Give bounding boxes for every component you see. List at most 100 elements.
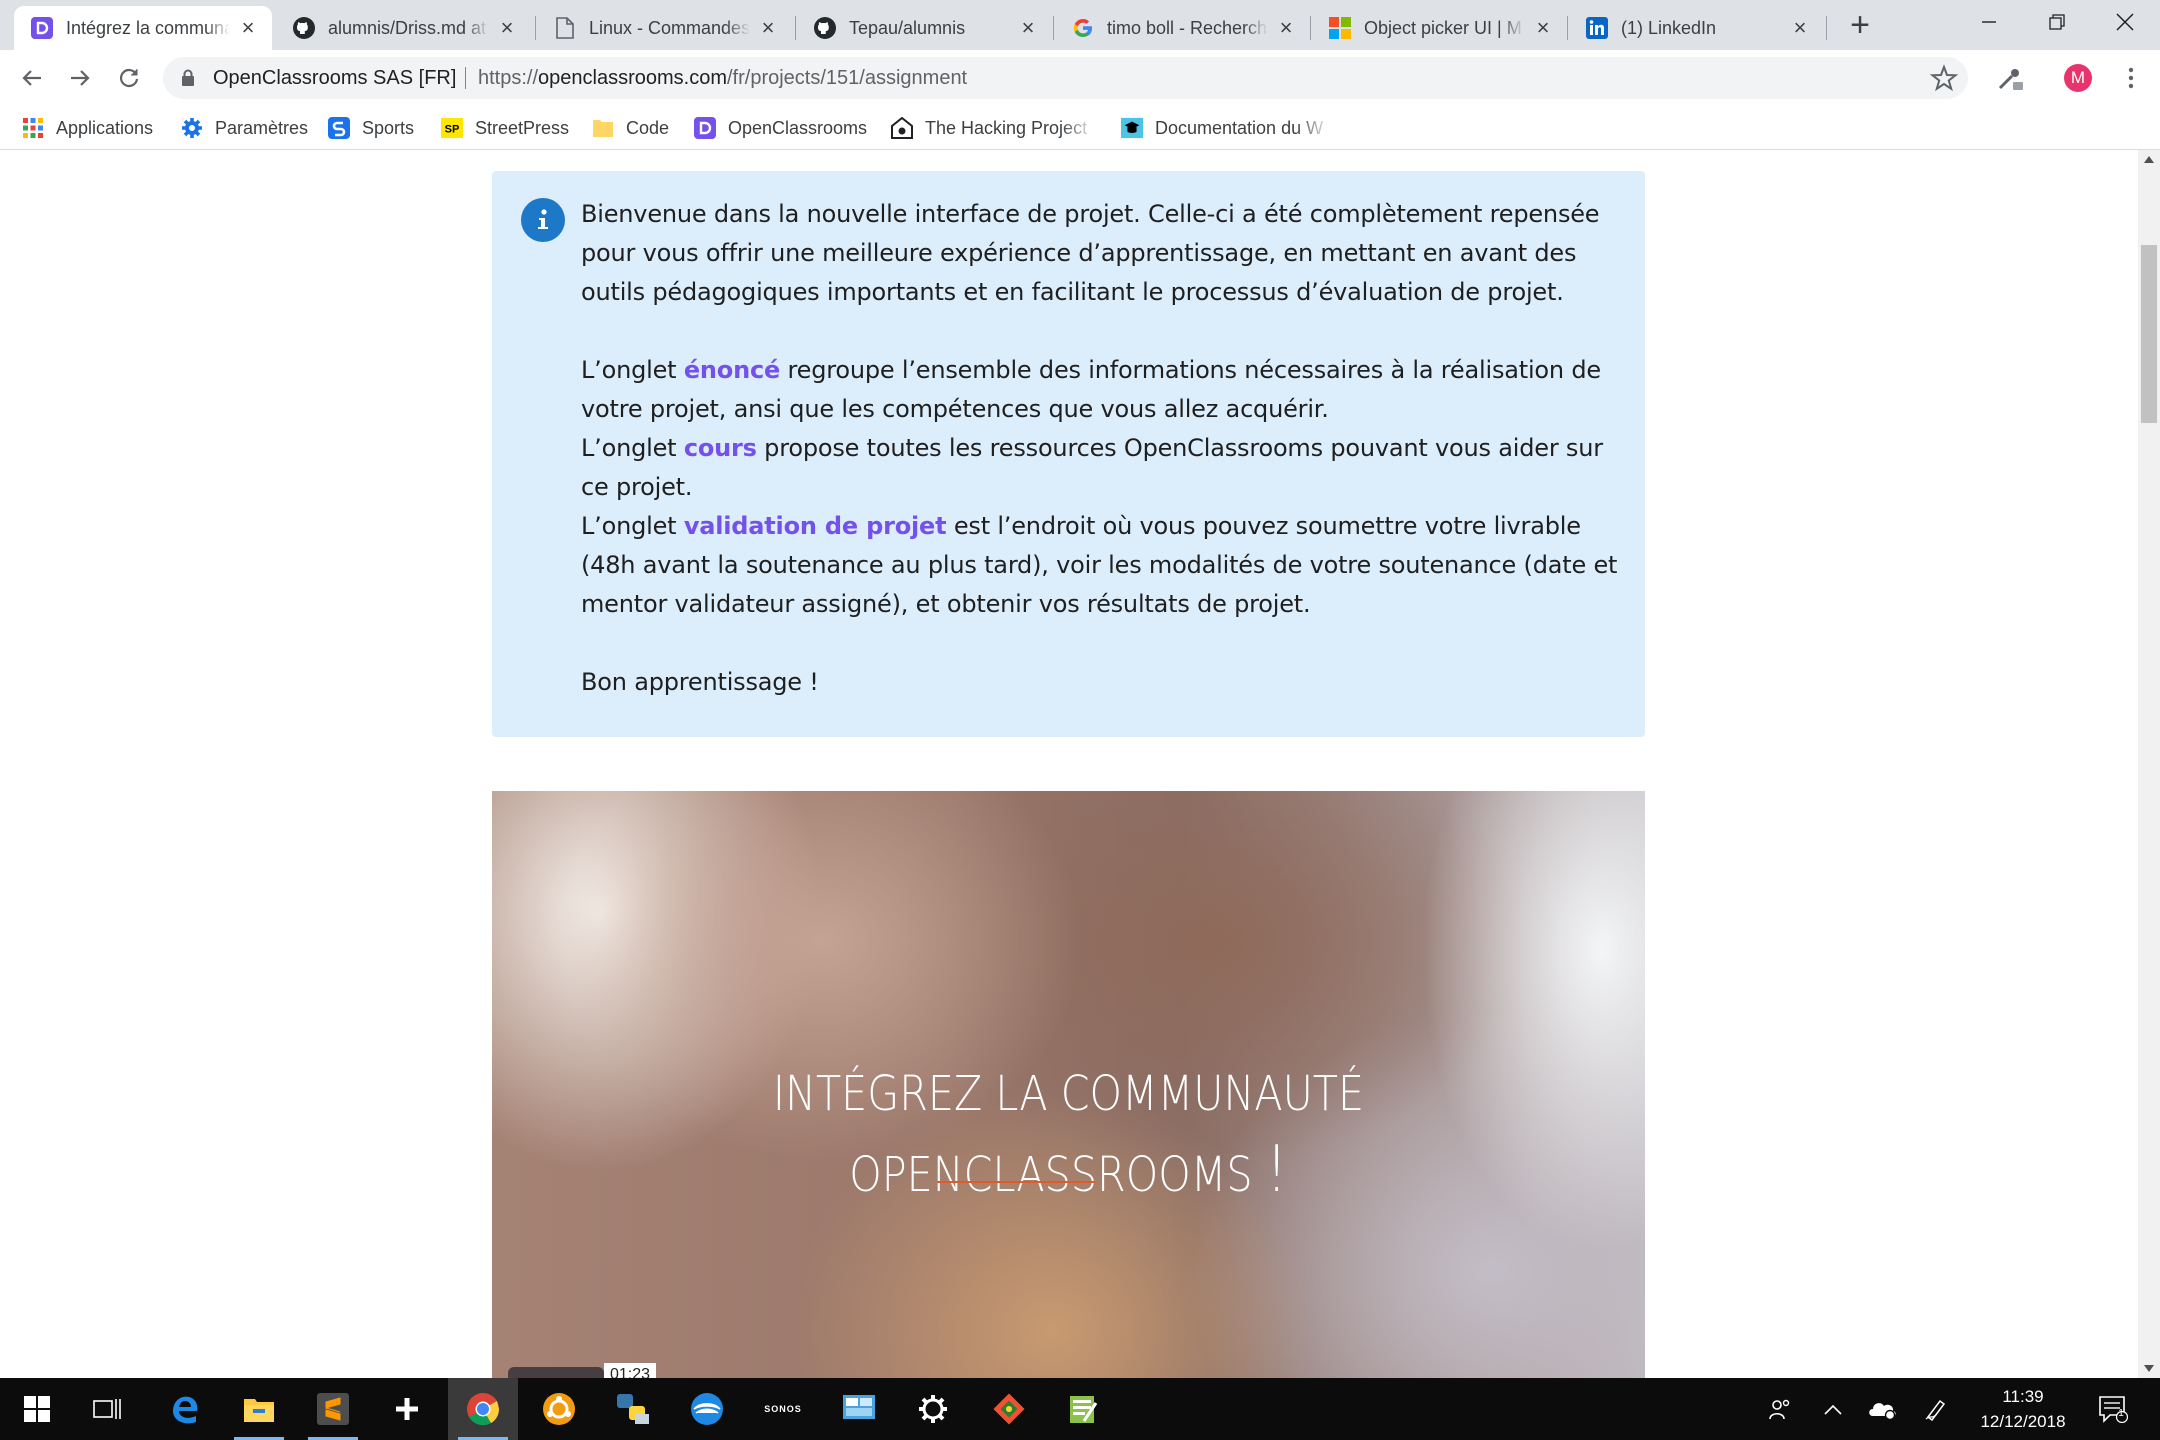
bookmark-label: Paramètres (215, 117, 309, 138)
browser-tab-1[interactable]: Intégrez la communauté × (14, 6, 272, 50)
close-tab-icon[interactable]: × (1274, 16, 1298, 40)
video-play-control[interactable] (508, 1367, 604, 1378)
site-identity[interactable]: OpenClassrooms SAS [FR] (213, 67, 456, 90)
eyedropper-extension-icon[interactable] (1996, 64, 2024, 97)
info-text: Bienvenue dans la nouvelle interface de … (581, 195, 1626, 702)
bookmark-openclassrooms[interactable]: OpenClassrooms (694, 115, 867, 141)
bookmark-applications[interactable]: Applications (22, 115, 153, 141)
settings-icon[interactable] (898, 1378, 968, 1440)
validation-link[interactable]: validation de projet (684, 512, 947, 540)
bookmark-label: StreetPress (475, 117, 570, 138)
close-tab-icon[interactable]: × (1788, 16, 1812, 40)
close-tab-icon[interactable]: × (1016, 16, 1040, 40)
edge-icon[interactable] (150, 1378, 220, 1440)
tab-separator (1310, 16, 1311, 40)
bookmark-label: Code (626, 117, 670, 138)
close-tab-icon[interactable]: × (756, 16, 780, 40)
bookmark-label: OpenClassrooms (728, 117, 868, 138)
bookmark-code[interactable]: Code (592, 115, 669, 141)
tab-separator (1567, 16, 1568, 40)
browser-tab-4[interactable]: Tepau/alumnis × (797, 6, 1052, 50)
bookmark-documentation[interactable]: Documentation du W (1121, 115, 1331, 141)
bookmark-label: The Hacking Project (925, 117, 1088, 138)
browser-tab-3[interactable]: Linux - Commandes × (537, 6, 792, 50)
network-app-icon[interactable] (672, 1378, 742, 1440)
notepad-icon[interactable] (1048, 1378, 1118, 1440)
info-closing: Bon apprentissage ! (581, 668, 819, 696)
info-intro: Bienvenue dans la nouvelle interface de … (581, 200, 1600, 306)
close-tab-icon[interactable]: × (236, 16, 260, 40)
chrome-icon[interactable] (448, 1378, 518, 1440)
notification-center-icon[interactable]: 1 (2090, 1378, 2136, 1440)
browser-tab-7[interactable]: (1) LinkedIn × (1569, 6, 1824, 50)
reload-button[interactable] (111, 60, 147, 96)
python-icon[interactable] (598, 1378, 668, 1440)
clock-time: 11:39 (2002, 1387, 2044, 1406)
bookmark-parametres[interactable]: Paramètres (181, 115, 308, 141)
url-scheme: https:// (478, 67, 539, 89)
sonos-icon[interactable]: SONOS (748, 1378, 818, 1440)
cours-link[interactable]: cours (684, 434, 757, 462)
paragraph-prefix: L’onglet (581, 434, 684, 462)
control-panel-icon[interactable] (824, 1378, 894, 1440)
folder-icon (592, 117, 614, 139)
info-cours-paragraph: L’onglet cours propose toutes les ressou… (581, 429, 1626, 507)
lock-icon[interactable] (181, 69, 195, 92)
system-clock[interactable]: 11:39 12/12/2018 (1968, 1384, 2078, 1434)
profile-avatar[interactable]: M (2064, 64, 2092, 92)
tab-title: Intégrez la communauté (66, 17, 230, 38)
page-scrollbar[interactable] (2138, 150, 2160, 1378)
close-tab-icon[interactable]: × (495, 16, 519, 40)
video-title-bang: ! (1265, 1133, 1288, 1207)
tab-title: Tepau/alumnis (849, 17, 966, 38)
restore-icon (2049, 14, 2065, 30)
address-bar[interactable]: OpenClassrooms SAS [FR] https://openclas… (163, 57, 1968, 99)
bookmark-hacking-project[interactable]: The Hacking Project (891, 115, 1095, 141)
scroll-up-arrow-icon[interactable] (2144, 156, 2154, 163)
paragraph-prefix: L’onglet (581, 356, 684, 384)
svg-text:SP: SP (445, 124, 460, 136)
enonce-link[interactable]: énoncé (684, 356, 780, 384)
bookmark-sports[interactable]: Sports (328, 115, 414, 141)
scroll-down-arrow-icon[interactable] (2144, 1365, 2154, 1372)
menu-kebab-icon[interactable] (2116, 63, 2146, 93)
sublime-text-icon[interactable] (298, 1378, 368, 1440)
linkedin-icon (1585, 16, 1609, 40)
minimize-button[interactable] (1954, 0, 2024, 44)
bookmark-streetpress[interactable]: SP StreetPress (441, 115, 569, 141)
new-tab-button[interactable]: + (1843, 8, 1877, 43)
sports-icon (328, 117, 350, 139)
ubuntu-icon[interactable] (524, 1378, 594, 1440)
browser-tab-6[interactable]: Object picker UI | M × (1312, 6, 1567, 50)
plus-app-icon[interactable] (372, 1378, 442, 1440)
tab-strip: Intégrez la communauté × alumnis/Driss.m… (0, 0, 2160, 50)
hacking-project-icon (891, 117, 913, 139)
windows-start-icon[interactable] (2, 1378, 72, 1440)
onedrive-icon[interactable] (1862, 1378, 1902, 1440)
video-player[interactable]: INTÉGREZ LA COMMUNAUTÉ OPENCLASSROOMS ! … (492, 791, 1645, 1378)
close-tab-icon[interactable]: × (1531, 16, 1555, 40)
tab-separator (1053, 16, 1054, 40)
github-icon (292, 16, 316, 40)
pen-icon[interactable] (1916, 1378, 1956, 1440)
close-icon (2116, 13, 2134, 31)
back-button[interactable] (14, 60, 50, 96)
close-window-button[interactable] (2090, 0, 2160, 44)
browser-tab-5[interactable]: timo boll - Recherch × (1055, 6, 1310, 50)
git-icon[interactable] (974, 1378, 1044, 1440)
restore-button[interactable] (2022, 0, 2092, 44)
video-title: INTÉGREZ LA COMMUNAUTÉ OPENCLASSROOMS ! (573, 1056, 1565, 1213)
url-path: /fr/projects/151/assignment (727, 67, 968, 89)
url-host: openclassrooms.com (538, 67, 727, 89)
people-icon[interactable] (1760, 1378, 1800, 1440)
url-text[interactable]: https://openclassrooms.com/fr/projects/1… (478, 67, 967, 90)
chevron-up-icon[interactable] (1815, 1378, 1851, 1440)
task-view-icon[interactable] (72, 1378, 142, 1440)
browser-tab-2[interactable]: alumnis/Driss.md at × (276, 6, 531, 50)
forward-button[interactable] (62, 60, 98, 96)
file-explorer-icon[interactable] (224, 1378, 294, 1440)
scroll-thumb[interactable] (2141, 245, 2157, 423)
bookmark-star-icon[interactable] (1929, 64, 1959, 92)
notification-count: 1 (2118, 1408, 2124, 1419)
page-content: Bienvenue dans la nouvelle interface de … (0, 150, 2138, 1378)
